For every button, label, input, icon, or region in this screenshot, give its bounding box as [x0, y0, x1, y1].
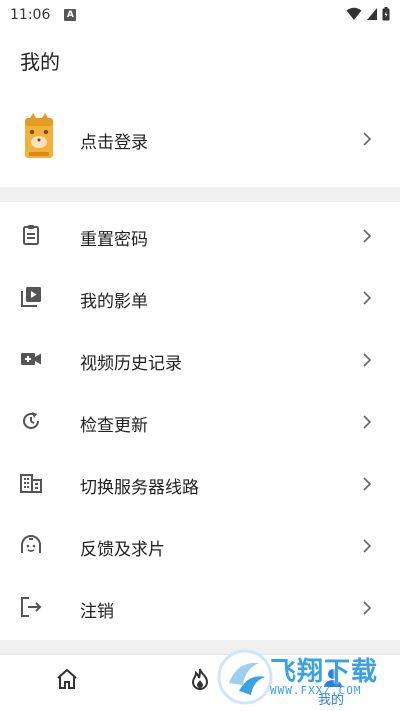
video-history-icon [21, 353, 41, 365]
settings-menu: 重置密码 我的影单 视频历史记录 检查更新 切换服务器线路 反馈及求片 注销 [0, 205, 400, 639]
status-bar: 11:06 A [0, 0, 400, 30]
chevron-right-icon [363, 353, 372, 367]
menu-item-video-history[interactable]: 视频历史记录 [0, 329, 400, 391]
menu-item-switch-server[interactable]: 切换服务器线路 [0, 453, 400, 515]
chevron-right-icon [363, 132, 372, 146]
menu-item-label: 重置密码 [80, 230, 148, 250]
watermark-url: WWW.FXXZ.COM [270, 684, 362, 697]
flame-icon [191, 668, 209, 690]
menu-item-logout[interactable]: 注销 [0, 577, 400, 639]
chevron-right-icon [363, 477, 372, 491]
nav-home[interactable] [49, 667, 85, 703]
feedback-icon [21, 535, 41, 553]
status-indicators [346, 7, 390, 21]
home-icon [57, 668, 77, 689]
menu-item-my-playlist[interactable]: 我的影单 [0, 267, 400, 329]
logout-icon [21, 597, 42, 617]
status-time: 11:06 [10, 7, 51, 23]
watermark-text: 飞翔下载 [270, 657, 379, 687]
clipboard-icon [23, 225, 39, 245]
page-title: 我的 [20, 50, 60, 74]
menu-item-label: 反馈及求片 [80, 540, 165, 560]
signal-icon [367, 8, 377, 20]
menu-item-label: 注销 [80, 602, 114, 622]
section-divider [0, 187, 400, 202]
menu-item-reset-password[interactable]: 重置密码 [0, 205, 400, 267]
chevron-right-icon [363, 291, 372, 305]
playlist-icon [21, 287, 41, 307]
menu-item-label: 我的影单 [80, 292, 148, 312]
refresh-icon [23, 412, 39, 429]
server-building-icon [20, 474, 42, 493]
login-row[interactable]: 点击登录 [0, 106, 400, 170]
battery-icon [382, 7, 390, 21]
nav-hot[interactable] [182, 667, 218, 703]
wifi-icon [346, 7, 362, 20]
status-notification-icon: A [64, 9, 77, 21]
chevron-right-icon [363, 601, 372, 615]
avatar [25, 113, 53, 158]
menu-item-label: 视频历史记录 [80, 354, 182, 374]
login-label: 点击登录 [80, 133, 148, 153]
menu-item-label: 检查更新 [80, 416, 148, 436]
menu-item-label: 切换服务器线路 [80, 478, 199, 498]
chevron-right-icon [363, 415, 372, 429]
chevron-right-icon [363, 229, 372, 243]
menu-item-check-update[interactable]: 检查更新 [0, 391, 400, 453]
chevron-right-icon [363, 539, 372, 553]
menu-item-feedback[interactable]: 反馈及求片 [0, 515, 400, 577]
